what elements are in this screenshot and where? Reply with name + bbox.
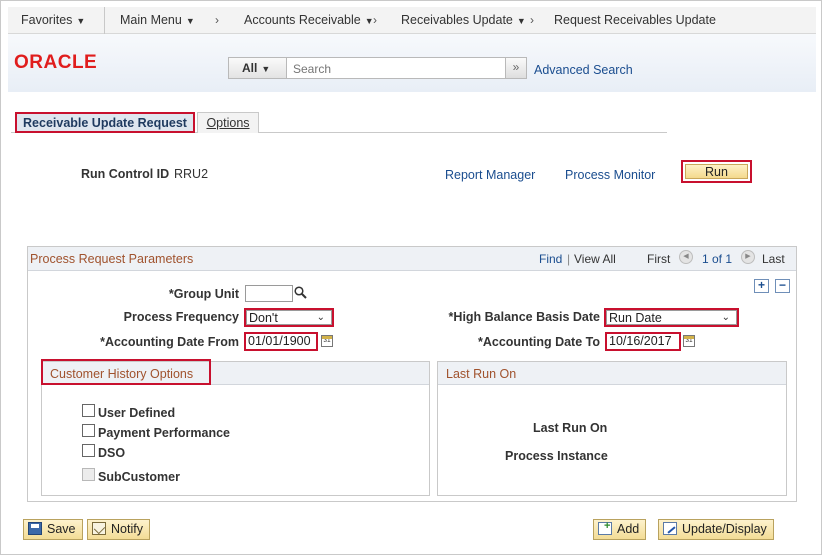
- add-row-icon[interactable]: +: [754, 279, 769, 293]
- lookup-icon[interactable]: [294, 286, 307, 302]
- nav-favorites[interactable]: Favorites ▼: [21, 13, 85, 27]
- update-display-button[interactable]: Update/Display: [658, 519, 774, 540]
- add-icon: [598, 520, 612, 535]
- advanced-search-link[interactable]: Advanced Search: [534, 63, 633, 77]
- params-header: Process Request Parameters Find | View A…: [28, 247, 796, 271]
- notify-button[interactable]: Notify: [87, 519, 150, 540]
- last-run-on-group: Last Run On: [437, 361, 787, 496]
- nav-divider: [104, 7, 105, 34]
- page-frame: Favorites ▼ Main Menu ▼ › Accounts Receiva…: [0, 0, 822, 555]
- process-monitor-link[interactable]: Process Monitor: [565, 168, 655, 182]
- process-frequency-label: Process Frequency: [123, 310, 239, 324]
- calendar-icon[interactable]: 31: [321, 335, 333, 347]
- previous-icon[interactable]: ◀: [679, 250, 693, 264]
- subcustomer-label: SubCustomer: [98, 470, 180, 484]
- accounting-date-to-label: *Accounting Date To: [478, 335, 600, 349]
- search-scope-select[interactable]: All ▼: [229, 58, 287, 78]
- chevron-down-icon: ▼: [76, 16, 86, 26]
- chevron-down-icon: ⌄: [316, 312, 325, 323]
- payment-performance-label: Payment Performance: [98, 426, 231, 440]
- run-control-id-value: RRU2: [174, 167, 209, 181]
- breadcrumb-separator-icon: ›: [373, 13, 377, 27]
- accounting-date-from-field[interactable]: 01/01/1900: [244, 332, 318, 351]
- search-input[interactable]: [289, 58, 503, 78]
- dso-checkbox[interactable]: [82, 444, 95, 457]
- first-label: First: [647, 252, 671, 266]
- chevron-down-icon: ⌄: [721, 312, 730, 323]
- high-balance-basis-date-value: Run Date: [609, 311, 662, 325]
- find-link[interactable]: Find: [539, 252, 562, 266]
- accounting-date-from-label: *Accounting Date From: [100, 335, 239, 349]
- group-unit-label: *Group Unit: [168, 287, 239, 301]
- nav-receivables-update[interactable]: Receivables Update ▼: [401, 13, 526, 27]
- user-defined-checkbox[interactable]: [82, 404, 95, 417]
- process-frequency-select[interactable]: Don't ⌄: [244, 308, 334, 327]
- last-run-on-header: Last Run On: [438, 362, 786, 385]
- chevron-down-icon: ▼: [261, 64, 271, 74]
- search-go-button[interactable]: »: [505, 57, 527, 79]
- dso-label: DSO: [98, 446, 126, 460]
- nav-request-receivables-update[interactable]: Request Receivables Update: [554, 13, 716, 27]
- nav-accounts-receivable[interactable]: Accounts Receivable ▼: [244, 13, 374, 27]
- save-icon: [28, 522, 42, 535]
- high-balance-basis-date-label: *High Balance Basis Date: [448, 310, 600, 324]
- process-instance-label: Process Instance: [505, 449, 608, 463]
- accounting-date-to-field[interactable]: 10/16/2017: [605, 332, 681, 351]
- tab-options[interactable]: Options: [197, 112, 259, 133]
- payment-performance-checkbox[interactable]: [82, 424, 95, 437]
- subcustomer-checkbox: [82, 468, 95, 481]
- update-display-icon: [663, 522, 677, 535]
- run-button[interactable]: Run: [685, 164, 748, 179]
- view-all-link[interactable]: View All: [574, 252, 616, 266]
- process-frequency-value: Don't: [249, 311, 278, 325]
- high-balance-basis-date-select[interactable]: Run Date ⌄: [604, 308, 739, 327]
- last-run-on-label: Last Run On: [533, 421, 608, 435]
- last-label: Last: [762, 252, 785, 266]
- report-manager-link[interactable]: Report Manager: [445, 168, 535, 182]
- row-range: 1 of 1: [702, 252, 733, 266]
- breadcrumb-separator-icon: ›: [215, 13, 219, 27]
- group-unit-field[interactable]: [245, 285, 293, 302]
- chevron-down-icon: ▼: [516, 16, 526, 26]
- chevron-down-icon: ▼: [185, 16, 195, 26]
- notify-icon: [92, 522, 106, 535]
- run-button-highlight: Run: [681, 160, 752, 183]
- run-control-id-label: Run Control ID: [81, 167, 170, 181]
- oracle-logo: ORACLE: [14, 52, 98, 73]
- customer-history-highlight: [41, 359, 211, 385]
- save-button[interactable]: Save: [23, 519, 83, 540]
- top-nav-bar: Favorites ▼ Main Menu ▼ › Accounts Receiva…: [8, 7, 816, 34]
- last-run-on-title: Last Run On: [446, 367, 517, 381]
- params-title: Process Request Parameters: [30, 252, 194, 266]
- header-band: ORACLE All▼ » Advanced Search: [8, 34, 816, 92]
- nav-main-menu[interactable]: Main Menu ▼: [120, 13, 195, 27]
- add-button[interactable]: Add: [593, 519, 647, 540]
- delete-row-icon[interactable]: −: [775, 279, 790, 293]
- search-box: All ▼: [228, 57, 506, 79]
- calendar-icon[interactable]: 31: [683, 335, 695, 347]
- user-defined-label: User Defined: [98, 406, 176, 420]
- pager-divider: |: [567, 252, 571, 266]
- tab-receivable-update-request[interactable]: Receivable Update Request: [15, 112, 195, 133]
- breadcrumb-separator-icon: ›: [530, 13, 534, 27]
- next-icon[interactable]: ▶: [741, 250, 755, 264]
